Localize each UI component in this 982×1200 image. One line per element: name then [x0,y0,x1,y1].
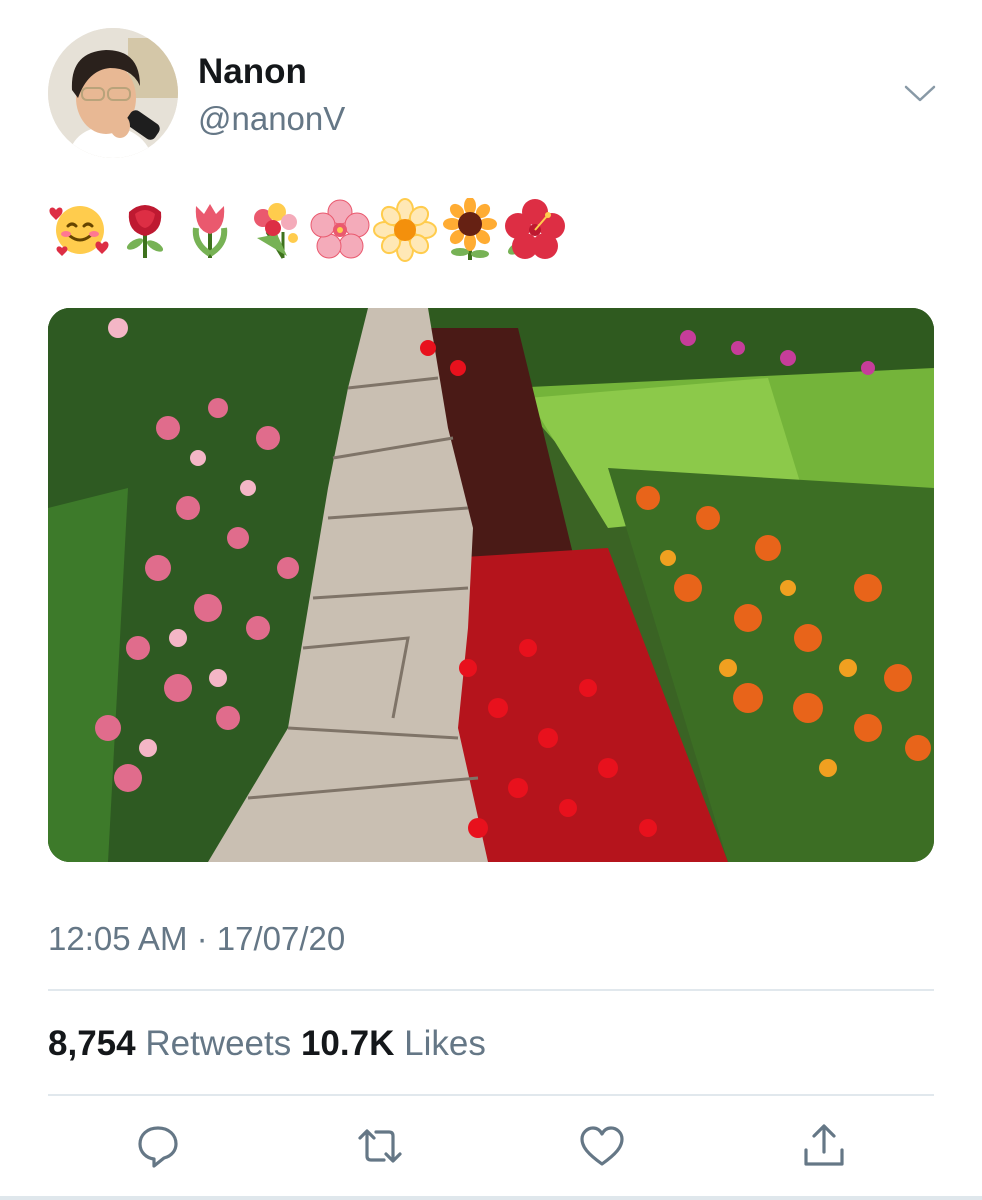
flower-garden-path-photo-icon [48,308,934,862]
chevron-down-icon[interactable] [900,78,940,108]
divider [48,1094,934,1096]
cherry-blossom-icon [310,199,370,259]
tweet-media-photo[interactable] [48,308,934,862]
likes-count[interactable]: 10.7K [301,1024,394,1063]
divider [48,989,934,991]
bottom-edge [0,1196,982,1200]
retweet-icon[interactable] [356,1122,404,1170]
hibiscus-icon [505,199,565,259]
smiling-face-with-hearts-icon [49,206,109,256]
tulip-icon [192,204,228,258]
reply-icon[interactable] [134,1122,182,1170]
bouquet-icon [254,203,298,259]
blossom-icon [373,198,437,262]
sunflower-icon [443,198,497,260]
retweets-label[interactable]: Retweets [145,1024,291,1063]
rose-icon [126,205,164,258]
avatar-photo-icon [48,28,178,158]
share-icon[interactable] [800,1122,848,1170]
tweet-stats: 8,754 Retweets 10.7K Likes [48,1024,486,1064]
display-name[interactable]: Nanon [198,52,307,92]
user-handle[interactable]: @nanonV [198,100,345,138]
likes-label[interactable]: Likes [404,1024,486,1063]
like-icon[interactable] [578,1122,626,1170]
tweet-text [48,198,568,262]
retweets-count[interactable]: 8,754 [48,1024,136,1063]
avatar[interactable] [48,28,178,158]
tweet-timestamp[interactable]: 12:05 AM · 17/07/20 [48,920,345,958]
